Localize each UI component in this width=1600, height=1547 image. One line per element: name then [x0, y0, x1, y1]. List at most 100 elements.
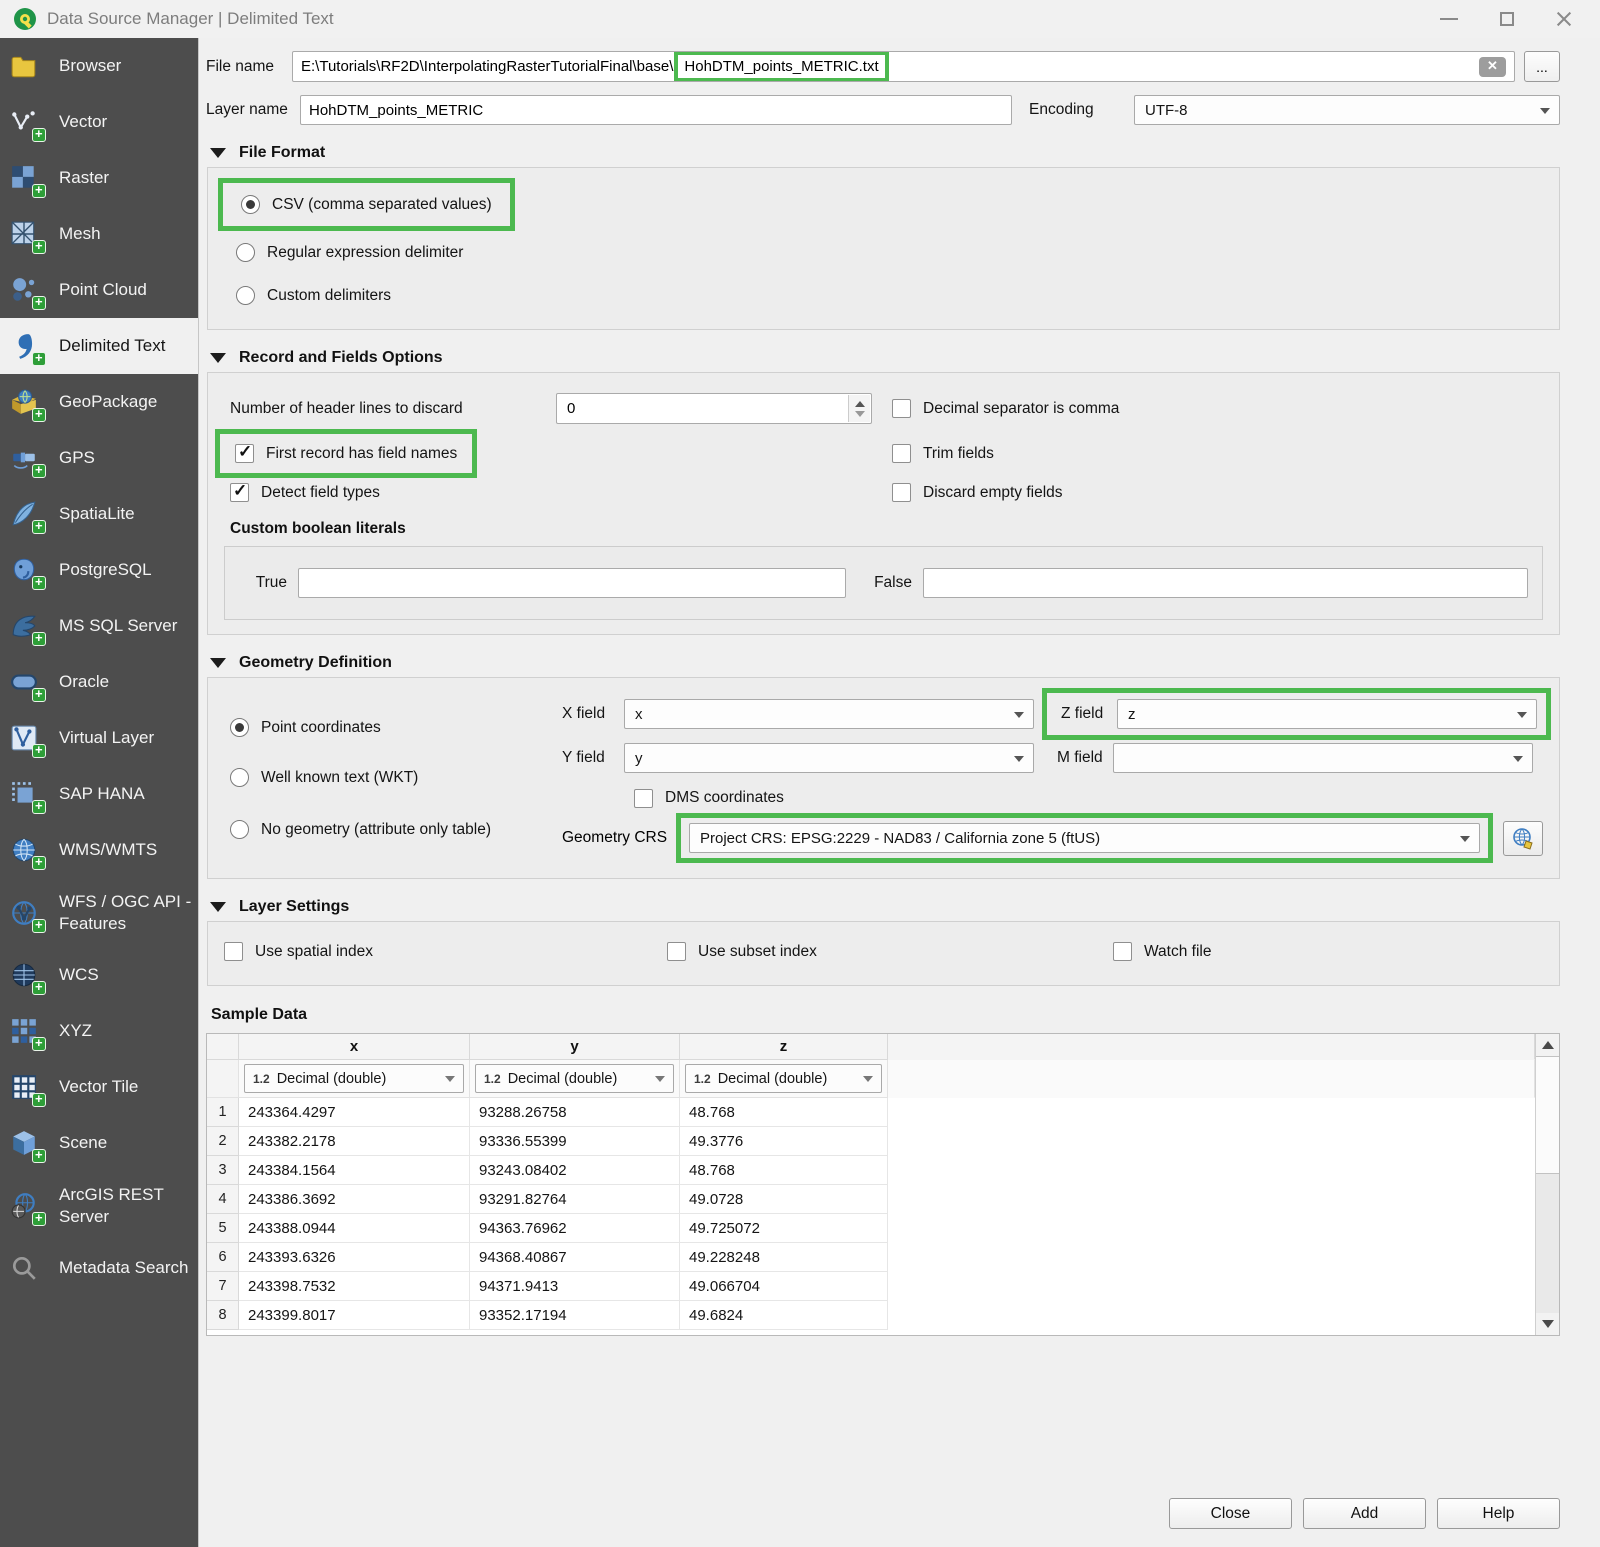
custom-delims-radio-row[interactable]: Custom delimiters: [236, 286, 1543, 305]
no-geometry-row[interactable]: No geometry (attribute only table): [230, 820, 562, 839]
sidebar-item-vector-tile[interactable]: Vector Tile: [0, 1059, 198, 1115]
scroll-up-icon[interactable]: [1536, 1034, 1559, 1056]
sidebar-item-metadata-search[interactable]: Metadata Search: [0, 1240, 198, 1296]
checkbox-dms[interactable]: [634, 789, 653, 808]
plus-badge-icon: [32, 352, 46, 366]
type-select-z[interactable]: 1.2Decimal (double): [685, 1064, 882, 1093]
sidebar-item-ms-sql-server[interactable]: MS SQL Server: [0, 598, 198, 654]
sidebar-item-wms-wmts[interactable]: WMS/WMTS: [0, 822, 198, 878]
record-fields-header[interactable]: Record and Fields Options: [210, 349, 1600, 367]
type-row-corner: [207, 1060, 239, 1098]
file-format-header[interactable]: File Format: [210, 144, 1600, 162]
true-input[interactable]: [298, 568, 846, 598]
add-button[interactable]: Add: [1303, 1498, 1426, 1529]
column-header-x: x: [239, 1034, 470, 1060]
dms-row[interactable]: DMS coordinates: [634, 780, 1543, 816]
sidebar-item-mesh[interactable]: Mesh: [0, 206, 198, 262]
radio-wkt[interactable]: [230, 768, 249, 787]
trim-fields-row[interactable]: Trim fields: [892, 444, 1543, 463]
sidebar-item-sap-hana[interactable]: SAP HANA: [0, 766, 198, 822]
watch-file-row[interactable]: Watch file: [1113, 942, 1211, 961]
radio-regex[interactable]: [236, 243, 255, 262]
sidebar-item-vector[interactable]: Vector: [0, 94, 198, 150]
geometry-header[interactable]: Geometry Definition: [210, 654, 1600, 672]
m-field-select[interactable]: [1113, 743, 1533, 773]
sidebar-item-delimited-text[interactable]: Delimited Text: [0, 318, 198, 374]
sidebar-item-scene[interactable]: Scene: [0, 1115, 198, 1171]
encoding-select[interactable]: UTF-8: [1134, 95, 1560, 125]
radio-custom-delimiters[interactable]: [236, 286, 255, 305]
scroll-down-icon[interactable]: [1536, 1313, 1559, 1335]
first-record-row[interactable]: First record has field names: [235, 444, 457, 463]
first-record-label: First record has field names: [266, 445, 457, 463]
checkbox-subset-index[interactable]: [667, 942, 686, 961]
csv-radio-row[interactable]: CSV (comma separated values): [241, 195, 492, 214]
radio-no-geometry[interactable]: [230, 820, 249, 839]
sidebar-item-wcs[interactable]: WCS: [0, 947, 198, 1003]
sidebar-item-raster[interactable]: Raster: [0, 150, 198, 206]
browse-button[interactable]: ...: [1524, 51, 1560, 82]
sidebar-item-postgresql[interactable]: PostgreSQL: [0, 542, 198, 598]
false-input[interactable]: [923, 568, 1528, 598]
y-field-select[interactable]: y: [624, 743, 1034, 773]
close-button[interactable]: Close: [1169, 1498, 1292, 1529]
point-coordinates-row[interactable]: Point coordinates: [230, 718, 562, 737]
z-field-select[interactable]: z: [1117, 699, 1537, 729]
subset-index-row[interactable]: Use subset index: [667, 942, 1113, 961]
clear-text-icon[interactable]: [1479, 57, 1506, 77]
column-header-empty: [888, 1034, 1535, 1060]
sidebar-item-wfs-ogc-api-features[interactable]: WFS / OGC API - Features: [0, 878, 198, 947]
table-scrollbar[interactable]: [1535, 1034, 1559, 1335]
row-number: 5: [207, 1214, 239, 1243]
geometry-crs-select[interactable]: Project CRS: EPSG:2229 - NAD83 / Califor…: [689, 823, 1480, 853]
maximize-icon[interactable]: [1500, 12, 1514, 26]
layer-settings-header[interactable]: Layer Settings: [210, 898, 1600, 916]
type-select-x[interactable]: 1.2Decimal (double): [244, 1064, 464, 1093]
header-lines-spinbox[interactable]: 0: [556, 393, 872, 424]
spinner-arrows-icon[interactable]: [848, 395, 870, 422]
checkbox-spatial-index[interactable]: [224, 942, 243, 961]
spatial-index-label: Use spatial index: [255, 943, 373, 961]
checkbox-trim-fields[interactable]: [892, 444, 911, 463]
scrollbar-track[interactable]: [1536, 1174, 1559, 1313]
x-field-label: X field: [562, 705, 624, 723]
cell-x: 243364.4297: [239, 1098, 470, 1127]
sidebar-item-geopackage[interactable]: GeoPackage: [0, 374, 198, 430]
spatial-index-row[interactable]: Use spatial index: [224, 942, 667, 961]
minimize-icon[interactable]: [1440, 18, 1458, 20]
type-select-y[interactable]: 1.2Decimal (double): [475, 1064, 674, 1093]
radio-csv[interactable]: [241, 195, 260, 214]
plus-badge-icon: [32, 744, 46, 758]
checkbox-first-record[interactable]: [235, 444, 254, 463]
checkbox-discard-empty[interactable]: [892, 483, 911, 502]
chevron-down-icon: [1460, 836, 1470, 842]
detect-types-row[interactable]: Detect field types: [230, 483, 892, 502]
checkbox-watch-file[interactable]: [1113, 942, 1132, 961]
sidebar-item-point-cloud[interactable]: Point Cloud: [0, 262, 198, 318]
wkt-row[interactable]: Well known text (WKT): [230, 768, 562, 787]
sidebar-item-gps[interactable]: GPS: [0, 430, 198, 486]
sidebar-item-oracle[interactable]: Oracle: [0, 654, 198, 710]
checkbox-decimal-comma[interactable]: [892, 399, 911, 418]
z-field-highlight-box: Z field z: [1042, 688, 1551, 740]
radio-point-coordinates[interactable]: [230, 718, 249, 737]
close-window-icon[interactable]: [1556, 11, 1572, 27]
regex-radio-row[interactable]: Regular expression delimiter: [236, 243, 1543, 262]
y-field-label: Y field: [562, 749, 624, 767]
select-crs-button[interactable]: [1503, 821, 1543, 856]
sidebar-item-spatialite[interactable]: SpatiaLite: [0, 486, 198, 542]
layer-name-input[interactable]: HohDTM_points_METRIC: [300, 95, 1012, 125]
discard-empty-row[interactable]: Discard empty fields: [892, 483, 1543, 502]
sidebar-item-browser[interactable]: Browser: [0, 38, 198, 94]
x-field-select[interactable]: x: [624, 699, 1034, 729]
layer-settings-title: Layer Settings: [239, 898, 349, 916]
help-button[interactable]: Help: [1437, 1498, 1560, 1529]
scrollbar-thumb[interactable]: [1536, 1056, 1559, 1174]
file-name-input[interactable]: E:\Tutorials\RF2D\InterpolatingRasterTut…: [292, 51, 1515, 82]
checkbox-detect-types[interactable]: [230, 483, 249, 502]
sidebar-item-xyz[interactable]: XYZ: [0, 1003, 198, 1059]
sidebar-item-label: ArcGIS REST Server: [59, 1184, 192, 1227]
decimal-comma-row[interactable]: Decimal separator is comma: [892, 399, 1543, 418]
sidebar-item-arcgis-rest-server[interactable]: ArcGIS REST Server: [0, 1171, 198, 1240]
sidebar-item-virtual-layer[interactable]: Virtual Layer: [0, 710, 198, 766]
